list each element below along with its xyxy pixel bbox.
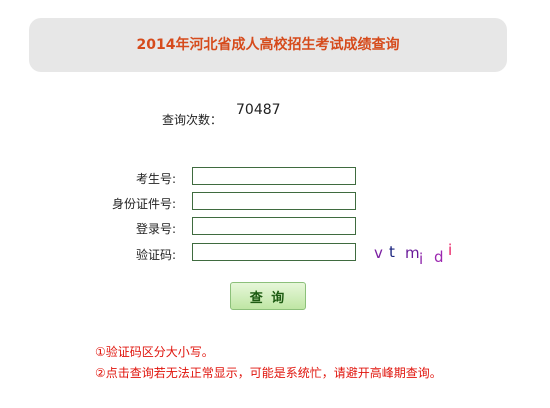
- captcha-char-5: d: [434, 248, 444, 266]
- captcha-image[interactable]: v t m i d i: [372, 239, 462, 268]
- header-banner: 2014年河北省成人高校招生考试成绩查询: [29, 18, 507, 72]
- query-page: 2014年河北省成人高校招生考试成绩查询 查询次数： 70487 考生号: 身份…: [0, 0, 550, 408]
- exam-number-input[interactable]: [192, 167, 356, 185]
- captcha-char-3: m: [405, 244, 420, 262]
- login-number-input[interactable]: [192, 217, 356, 235]
- query-button[interactable]: 查 询: [230, 282, 306, 310]
- page-title: 2014年河北省成人高校招生考试成绩查询: [136, 37, 400, 53]
- captcha-char-1: v: [374, 244, 383, 262]
- exam-number-label: 考生号:: [135, 172, 176, 186]
- id-number-input[interactable]: [192, 192, 356, 210]
- captcha-char-4: i: [419, 250, 424, 268]
- login-number-label: 登录号:: [135, 222, 176, 236]
- id-number-label: 身份证件号:: [111, 197, 176, 211]
- captcha-char-6: i: [448, 241, 453, 259]
- note-busy-system: ②点击查询若无法正常显示，可能是系统忙，请避开高峰期查询。: [95, 366, 442, 380]
- query-count-label: 查询次数：: [162, 113, 223, 127]
- query-count-value: 70487: [236, 102, 281, 118]
- captcha-input[interactable]: [192, 243, 356, 261]
- captcha-label: 验证码:: [135, 248, 176, 262]
- captcha-char-2: t: [389, 243, 395, 261]
- note-case-sensitive: ①验证码区分大小写。: [95, 345, 214, 359]
